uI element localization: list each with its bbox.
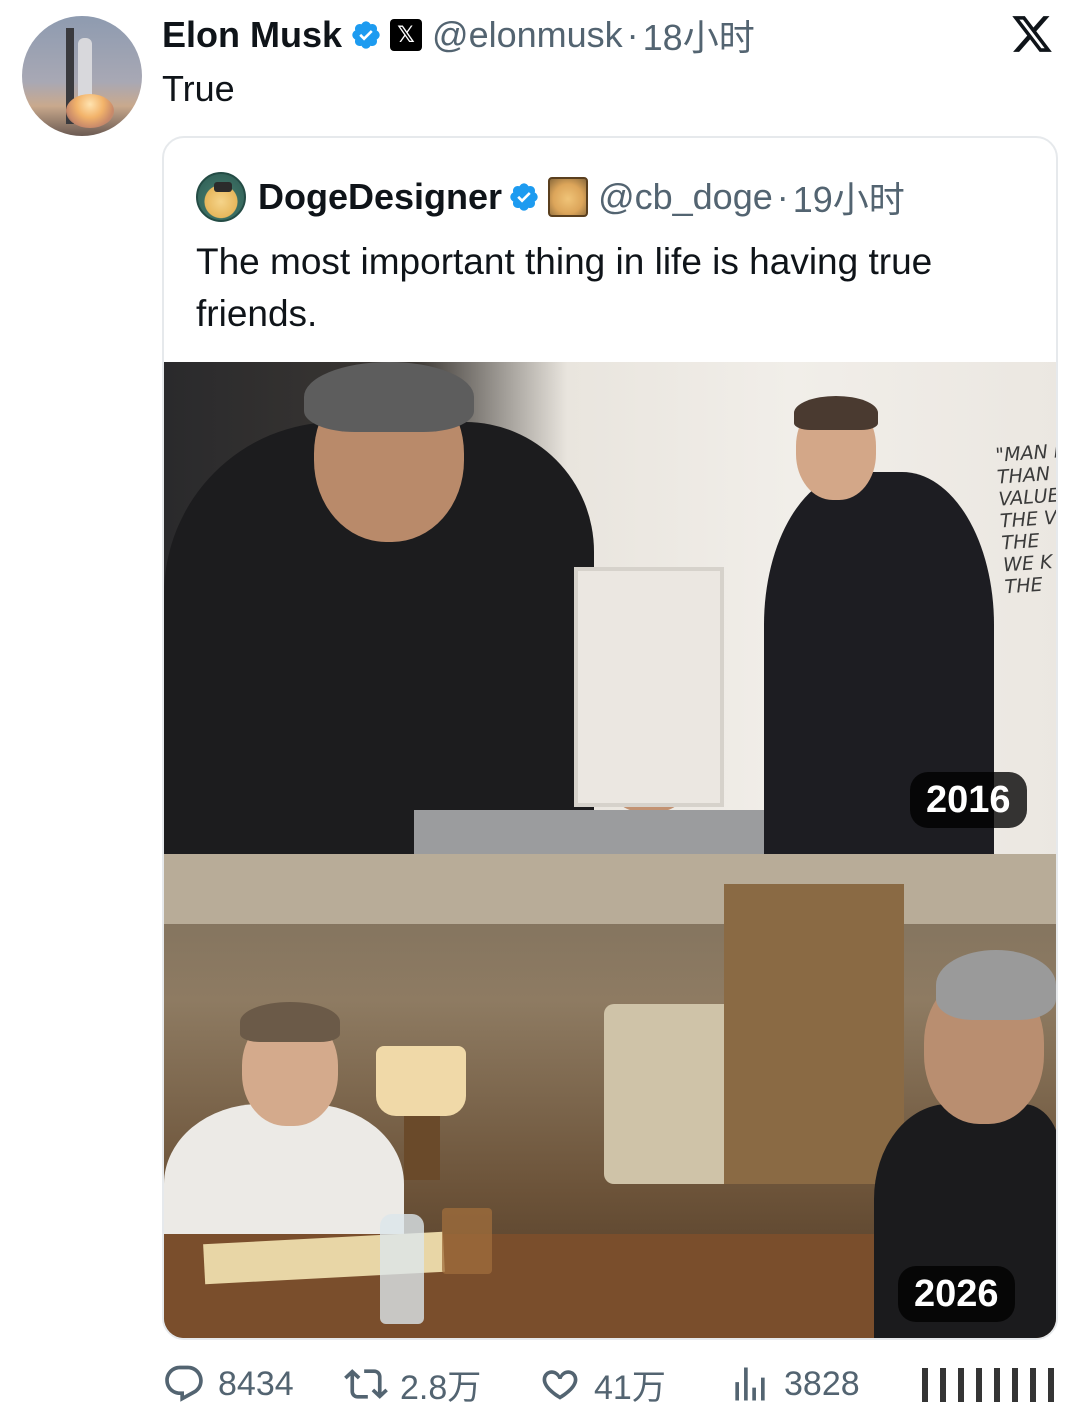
author-handle[interactable]: @elonmusk bbox=[432, 14, 623, 56]
photo-2026[interactable]: 2026 bbox=[164, 854, 1056, 1338]
quoted-author-avatar[interactable] bbox=[196, 172, 246, 222]
reply-button[interactable]: 8434 bbox=[162, 1358, 294, 1410]
verified-badge-icon bbox=[352, 21, 380, 49]
separator-dot: · bbox=[626, 14, 639, 55]
tweet-time[interactable]: 18小时 bbox=[643, 9, 755, 61]
tweet-text: True bbox=[162, 68, 235, 109]
wall-writing: "MAN H THAN VALUE THE V THE WE K THE bbox=[994, 439, 1058, 599]
heart-icon bbox=[542, 1370, 578, 1400]
views-count: 3828 bbox=[784, 1364, 860, 1403]
views-chart-icon bbox=[735, 1367, 765, 1401]
ceiling bbox=[164, 854, 1056, 924]
hair-right bbox=[794, 396, 878, 430]
views-button[interactable]: 3828 bbox=[728, 1358, 860, 1410]
like-button[interactable]: 41万 bbox=[538, 1358, 666, 1410]
rocket-shape bbox=[78, 38, 92, 100]
quoted-author-handle[interactable]: @cb_doge bbox=[598, 176, 773, 218]
lamp-base bbox=[404, 1116, 440, 1180]
photo-2016[interactable]: "MAN H THAN VALUE THE V THE WE K THE 201… bbox=[164, 362, 1058, 854]
doge-affiliate-badge-icon bbox=[548, 177, 589, 217]
hair-right-2026 bbox=[936, 950, 1056, 1020]
year-label-2026: 2026 bbox=[898, 1266, 1015, 1322]
rocket-flame bbox=[66, 94, 114, 128]
action-bar: 8434 2.8万 41万 3828 bbox=[162, 1358, 1062, 1410]
cabinet-right bbox=[724, 884, 904, 1184]
author-avatar[interactable] bbox=[22, 16, 142, 136]
quoted-author-name[interactable]: DogeDesigner bbox=[258, 176, 502, 218]
bottle bbox=[380, 1214, 424, 1324]
x-affiliate-badge-icon: 𝕏 bbox=[390, 19, 423, 51]
tweet-header: Elon Musk 𝕏 @elonmusk · 18小时 bbox=[162, 10, 755, 60]
author-name[interactable]: Elon Musk bbox=[162, 14, 342, 56]
glass bbox=[442, 1208, 492, 1274]
year-label-2016: 2016 bbox=[910, 772, 1027, 828]
lamp-shade bbox=[376, 1046, 466, 1116]
hair-left-2026 bbox=[240, 1002, 340, 1042]
quoted-tweet-text: The most important thing in life is havi… bbox=[196, 241, 933, 334]
x-logo-icon[interactable] bbox=[1010, 12, 1054, 56]
like-count: 41万 bbox=[594, 1368, 666, 1407]
reply-count: 8434 bbox=[218, 1364, 294, 1403]
doorway bbox=[574, 567, 724, 807]
retweet-count: 2.8万 bbox=[400, 1368, 482, 1407]
quoted-tweet-time[interactable]: 19小时 bbox=[793, 171, 905, 223]
retweet-icon bbox=[344, 1369, 388, 1399]
quoted-tweet-card[interactable]: DogeDesigner @cb_doge · 19小时 The most im… bbox=[162, 136, 1058, 1340]
quoted-tweet-header: DogeDesigner @cb_doge · 19小时 bbox=[196, 172, 905, 222]
hair-left bbox=[304, 362, 474, 432]
verified-badge-icon bbox=[510, 183, 538, 211]
retweet-button[interactable]: 2.8万 bbox=[344, 1358, 481, 1410]
watermark-logo bbox=[922, 1368, 1058, 1402]
separator-dot: · bbox=[776, 176, 789, 217]
reply-icon bbox=[165, 1365, 203, 1402]
